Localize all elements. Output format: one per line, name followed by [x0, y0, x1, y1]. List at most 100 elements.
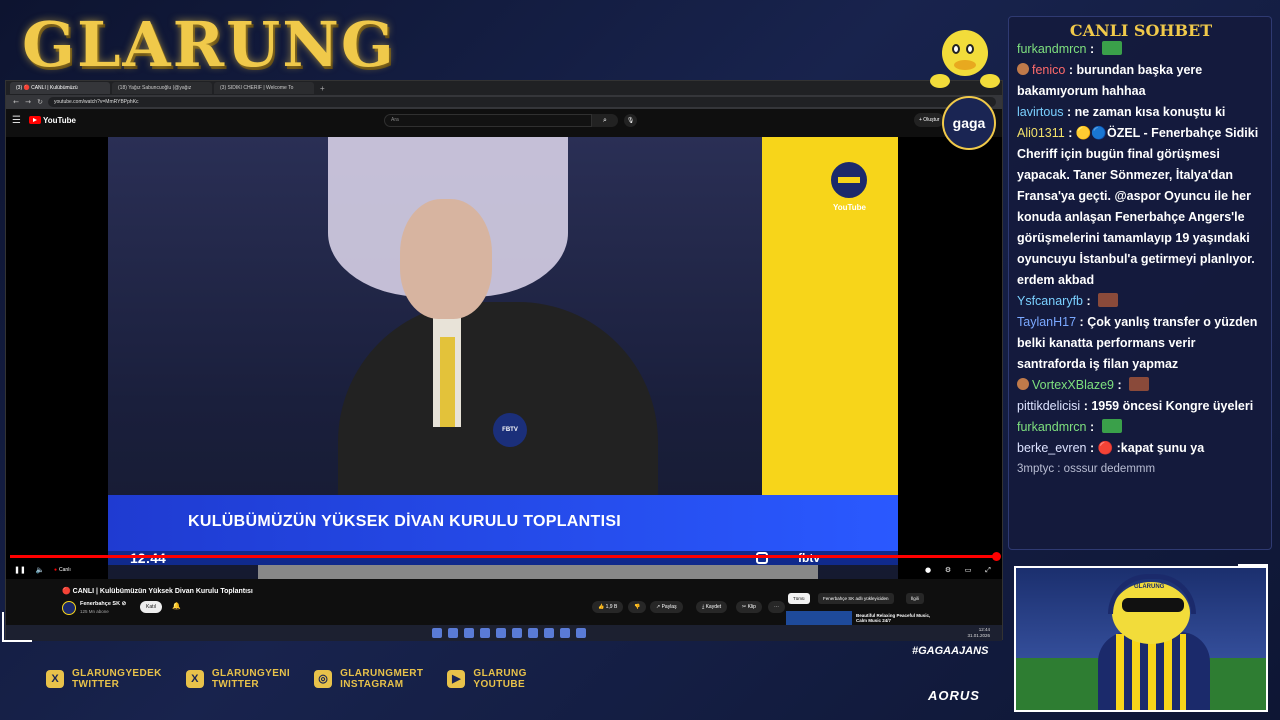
chat-username[interactable]: VortexXBlaze9 — [1032, 378, 1114, 392]
steam-icon[interactable] — [560, 628, 570, 638]
pause-icon[interactable]: ❚❚ — [14, 566, 26, 574]
chat-message: Ali01311 : 🟡🔵ÖZEL - Fenerbahçe Sidiki Ch… — [1017, 123, 1267, 291]
youtube-play-icon — [28, 116, 41, 124]
x-icon: X — [185, 670, 204, 688]
chat-username[interactable]: pittikdelicisi — [1017, 399, 1080, 413]
social-text: GLARUNGMERT INSTAGRAM — [340, 668, 423, 690]
folder-icon[interactable] — [480, 628, 490, 638]
chat-username[interactable]: Ysfcanaryfb — [1017, 294, 1083, 308]
chat-message: berke_evren : 🔴 :kapat şunu ya — [1017, 438, 1267, 459]
channel-name[interactable]: Fenerbahçe SK ⊘ — [80, 601, 126, 607]
chat-username[interactable]: TaylanH17 — [1017, 315, 1076, 329]
mascot-jersey — [1116, 634, 1186, 710]
chat-separator: : — [1083, 294, 1095, 308]
search-icon[interactable]: ⌕ — [592, 114, 618, 127]
browser-tab[interactable]: (3) 🔴 CANLI | Kulübümüzü — [10, 82, 110, 94]
social-text: GLARUNGYEDEK TWITTER — [72, 668, 162, 690]
webcam-feed: GLARUNG — [1014, 566, 1268, 712]
windows-start-icon[interactable] — [432, 628, 442, 638]
social-links: X GLARUNGYEDEK TWITTER X GLARUNGYENI TWITTER ◎… — [46, 668, 527, 690]
like-button[interactable]: 👍 1,9 B — [592, 601, 624, 613]
progress-bar[interactable] — [10, 555, 998, 558]
search-icon[interactable] — [448, 628, 458, 638]
chat-username[interactable]: lavirtous — [1017, 105, 1064, 119]
clip-button[interactable]: ✂ Klip — [736, 601, 762, 613]
progress-handle[interactable] — [992, 552, 1001, 561]
chat-message: furkandmrcn : — [1017, 417, 1267, 438]
volume-icon[interactable]: 🔈 — [34, 566, 46, 574]
channel-avatar[interactable] — [62, 601, 76, 615]
social-handle: GLARUNGMERT — [340, 668, 424, 679]
social-handle: GLARUNGYENI — [211, 668, 291, 679]
chat-separator: : — [1080, 399, 1092, 413]
system-clock[interactable]: 12:44 31.01.2026 — [967, 627, 990, 639]
social-handle: GLARUNGYEDEK — [72, 668, 162, 679]
miniplayer-icon[interactable]: ▭ — [962, 566, 974, 575]
player-controls-right: ● ⚙ ▭ ⤢ — [922, 566, 994, 575]
share-button[interactable]: ↗ Paylaş — [650, 601, 683, 613]
bell-icon[interactable]: 🔔 — [172, 602, 181, 610]
chat-panel: CANLI SOHBET furkandmrcn : fenico : buru… — [1008, 16, 1272, 550]
brave-icon[interactable] — [528, 628, 538, 638]
chat-message: VortexXBlaze9 : — [1017, 375, 1267, 396]
chat-text: 🔴 :kapat şunu ya — [1097, 441, 1205, 455]
duck-eye — [952, 44, 960, 54]
chip-related[interactable]: İlgili — [906, 593, 924, 604]
url-field[interactable]: youtube.com/watch?v=MmRYBPphKc — [48, 97, 996, 107]
social-link: X GLARUNGYEDEK TWITTER — [46, 668, 162, 690]
task-view-icon[interactable] — [464, 628, 474, 638]
mic-icon[interactable]: 🎙 — [624, 114, 637, 127]
join-button[interactable]: Katıl — [140, 601, 163, 613]
chat-separator: : — [1063, 105, 1075, 119]
tab-bar: (3) 🔴 CANLI | Kulübümüzü (18) Yağız Sabu… — [6, 81, 1002, 95]
settings-icon[interactable]: ⚙ — [942, 566, 954, 575]
fullscreen-icon[interactable]: ⤢ — [982, 566, 994, 575]
chip-uploader[interactable]: Fenerbahçe SK adlı yükleyiciden — [818, 593, 894, 604]
create-button[interactable]: + Oluştur — [914, 113, 945, 127]
duck-beak — [954, 60, 976, 70]
youtube-logo[interactable]: YouTube — [28, 116, 76, 125]
taskbar: 12:44 31.01.2026 — [6, 625, 1002, 641]
chat-separator: : — [1064, 126, 1076, 140]
chat-username[interactable]: fenico — [1032, 63, 1065, 77]
social-platform: TWITTER — [211, 679, 260, 690]
new-tab-button[interactable]: + — [316, 84, 329, 93]
chat-username[interactable]: berke_evren — [1017, 441, 1087, 455]
reload-icon[interactable]: ↻ — [36, 98, 44, 106]
browser-tab[interactable]: (18) Yağız Sabuncuoğlu (@yağız — [112, 82, 212, 94]
video-frame[interactable]: YouTube FBTV KULÜBÜMÜZÜN YÜKSEK DİVAN KU… — [108, 137, 898, 579]
video-player[interactable]: YouTube FBTV KULÜBÜMÜZÜN YÜKSEK DİVAN KU… — [6, 137, 1002, 579]
browser-tab[interactable]: (3) SIDIKI CHERIF | Welcome To — [214, 82, 314, 94]
chat-text: 🟡🔵ÖZEL - Fenerbahçe Sidiki Cheriff için … — [1017, 126, 1259, 287]
browser-window: (3) 🔴 CANLI | Kulübümüzü (18) Yağız Sabu… — [5, 80, 1003, 641]
recommendation-title[interactable]: Beautiful Relaxing Peaceful Music, Calm … — [856, 613, 936, 623]
chrome-icon[interactable] — [544, 628, 554, 638]
gaga-logo: gaga — [942, 96, 996, 150]
edge-icon[interactable] — [512, 628, 522, 638]
youtube-header: ☰ YouTube Ara ⌕ 🎙 + Oluştur — [6, 109, 1002, 131]
chat-username[interactable]: Ali01311 — [1017, 126, 1065, 140]
menu-icon[interactable]: ☰ — [12, 115, 21, 126]
autoplay-icon[interactable]: ● — [922, 566, 934, 575]
store-icon[interactable] — [496, 628, 506, 638]
chat-username[interactable]: furkandmrcn — [1017, 42, 1086, 56]
duck-wing — [980, 74, 1000, 88]
chat-message: TaylanH17 : Çok yanlış transfer o yüzden… — [1017, 312, 1267, 375]
social-text: GLARUNGYENI TWITTER — [212, 668, 290, 690]
system-date: 31.01.2026 — [967, 633, 990, 638]
chat-title: CANLI SOHBET — [1069, 21, 1213, 40]
chat-separator: : — [1076, 315, 1088, 329]
chat-message: furkandmrcn : — [1017, 39, 1267, 60]
back-icon[interactable]: ← — [12, 98, 20, 106]
search-input[interactable]: Ara — [384, 114, 592, 127]
forward-icon[interactable]: → — [24, 98, 32, 106]
live-badge[interactable]: Canlı — [54, 567, 71, 573]
chat-text: ne zaman kısa konuştu ki — [1074, 105, 1226, 119]
discord-icon[interactable] — [576, 628, 586, 638]
save-button[interactable]: ⤓ Kaydet — [696, 601, 728, 613]
more-button[interactable]: ⋯ — [768, 601, 785, 613]
chat-username[interactable]: 3mptyc — [1017, 463, 1054, 475]
dislike-button[interactable]: 👎 — [628, 601, 647, 613]
chip-all[interactable]: Tümü — [788, 593, 810, 604]
chat-username[interactable]: furkandmrcn — [1017, 420, 1086, 434]
